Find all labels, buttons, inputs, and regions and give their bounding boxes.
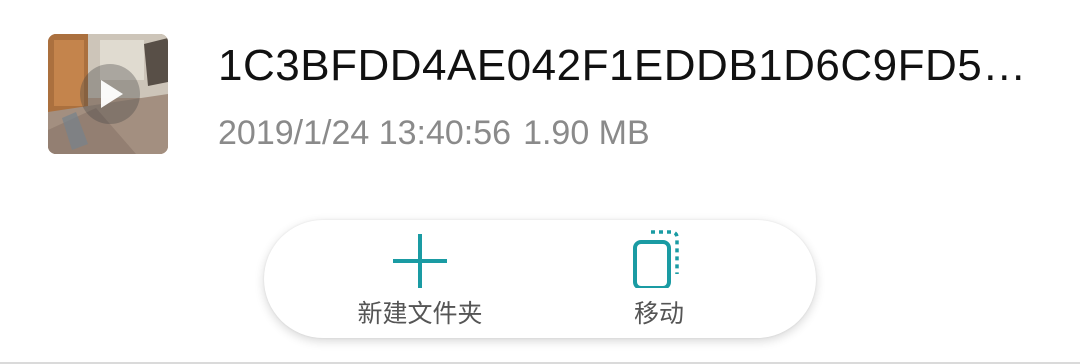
move-label: 移动 — [633, 299, 684, 328]
move-icon — [633, 230, 679, 288]
file-size: 1.90 MB — [523, 114, 650, 152]
file-list-item[interactable]: 1C3BFDD4AE042F1EDDB1D6C9FD506… 2019/1/24… — [0, 0, 1080, 190]
video-play-icon — [80, 64, 140, 124]
video-thumbnail[interactable] — [48, 34, 168, 154]
move-button[interactable]: 移动 — [559, 220, 759, 338]
file-name: 1C3BFDD4AE042F1EDDB1D6C9FD506… — [218, 41, 1038, 90]
new-folder-label: 新建文件夹 — [357, 299, 483, 328]
plus-icon — [393, 234, 447, 288]
bottom-action-bar: 新建文件夹 移动 — [264, 220, 816, 338]
file-meta: 2019/1/24 13:40:56 1.90 MB — [218, 110, 650, 156]
file-date: 2019/1/24 13:40:56 — [218, 114, 512, 152]
file-action-screen: 1C3BFDD4AE042F1EDDB1D6C9FD506… 2019/1/24… — [0, 0, 1080, 364]
new-folder-button[interactable]: 新建文件夹 — [320, 220, 520, 338]
